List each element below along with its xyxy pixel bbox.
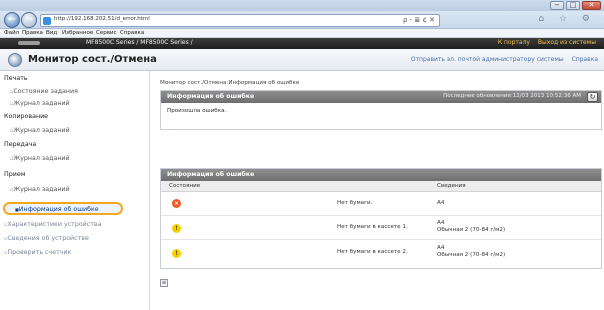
address-tools-icon[interactable]: ρ - ≣ ¢ ✕	[403, 16, 435, 24]
sidebar-item-print-job-status[interactable]: Состояние задания	[0, 86, 150, 98]
forward-button[interactable]: →	[21, 12, 37, 28]
refresh-icon[interactable]: ↻	[587, 92, 598, 102]
table-row: × Нет бумаги. A4	[161, 193, 601, 216]
address-url[interactable]: http://192.168.202.51/d_error.html	[54, 16, 150, 22]
device-title: MF8500C Series / MF8500C Series /	[86, 39, 193, 46]
browser-toolbar-icons[interactable]: ⌂ ☆ ⚙	[538, 14, 596, 24]
device-header: MF8500C Series / MF8500C Series / К порт…	[0, 38, 604, 49]
row-detail-line: Обычная 2 (70-84 г/м2)	[437, 227, 506, 233]
help-link[interactable]: Справка	[572, 56, 598, 63]
sidebar: Печать Состояние задания Журнал заданий …	[0, 71, 150, 310]
menu-favorites[interactable]: Избранное	[62, 30, 93, 36]
sidebar-item-receive-job-log[interactable]: Журнал заданий	[0, 184, 150, 196]
page-title-bar: Монитор сост./Отмена Отправить эл. почто…	[0, 49, 604, 71]
sidebar-item-device-features[interactable]: Характеристики устройства	[0, 219, 150, 231]
error-summary-header: Информация об ошибке Последнее обновлени…	[161, 91, 601, 103]
email-admin-link[interactable]: Отправить эл. почтой администратору сист…	[411, 56, 564, 63]
browser-window: − □ ✕ ← → http://192.168.202.51/d_error.…	[0, 0, 604, 310]
sidebar-item-print-job-log[interactable]: Журнал заданий	[0, 98, 150, 110]
back-button[interactable]: ←	[4, 12, 20, 28]
menu-help[interactable]: Справка	[120, 30, 144, 36]
page-title: Монитор сост./Отмена	[28, 54, 157, 65]
menu-bar: Файл Правка Вид Избранное Сервис Справка	[0, 29, 604, 38]
sidebar-item-send-job-log[interactable]: Журнал заданий	[0, 153, 150, 165]
sidebar-item-check-counter[interactable]: Проверить счетчик	[0, 247, 150, 259]
row-message: Нет бумаги в кассете 1.	[337, 224, 408, 230]
device-header-links: К порталу Выход из системы	[492, 39, 596, 46]
table-row: ! Нет бумаги в кассете 1. A4 Обычная 2 (…	[161, 217, 601, 240]
last-updated-text: Последнее обновление:12/03 2013 10:52:36…	[443, 93, 581, 99]
sidebar-item-copy-job-log[interactable]: Журнал заданий	[0, 125, 150, 137]
column-details: Сведения	[437, 183, 466, 189]
sidebar-item-error-info-label: Информация об ошибке	[15, 206, 99, 213]
sidebar-item-device-info[interactable]: Сведения об устройстве	[0, 233, 150, 245]
main-content: Монитор сост./Отмена:Информация об ошибк…	[150, 71, 604, 310]
error-summary-message: Произошла ошибка.	[167, 108, 227, 114]
error-summary-panel: Информация об ошибке Последнее обновлени…	[160, 90, 602, 130]
error-detail-panel: Информация об ошибке Состояние Сведения …	[160, 168, 602, 269]
sidebar-section-send: Передача	[4, 141, 37, 148]
menu-view[interactable]: Вид	[46, 30, 57, 36]
error-icon: ×	[172, 199, 181, 208]
error-table-header: Состояние Сведения	[161, 181, 601, 192]
warning-icon: !	[172, 224, 181, 233]
sidebar-section-receive: Прием	[4, 171, 26, 178]
error-detail-title: Информация об ошибке	[167, 171, 255, 178]
row-details: A4 Обычная 2 (70-84 г/м2)	[437, 220, 505, 234]
address-bar[interactable]: http://192.168.202.51/d_error.html ρ - ≣…	[40, 14, 440, 27]
menu-edit[interactable]: Правка	[22, 30, 43, 36]
maximize-button[interactable]: □	[566, 1, 580, 10]
window-titlebar: − □ ✕	[0, 0, 604, 11]
close-window-button[interactable]: ✕	[582, 1, 601, 10]
row-details: A4	[437, 200, 444, 207]
column-status: Состояние	[169, 183, 201, 189]
error-summary-title: Информация об ошибке	[167, 93, 255, 100]
row-message: Нет бумаги.	[337, 200, 373, 206]
menu-tools[interactable]: Сервис	[96, 30, 117, 36]
site-icon	[43, 17, 51, 25]
page-top-icon[interactable]: ≡	[160, 279, 168, 287]
table-row: ! Нет бумаги в кассете 2. A4 Обычная 2 (…	[161, 242, 601, 265]
status-monitor-icon	[8, 53, 22, 67]
browser-nav-bar: ← → http://192.168.202.51/d_error.html ρ…	[0, 11, 604, 29]
portal-link[interactable]: К порталу	[498, 39, 530, 46]
brand-logo	[18, 41, 40, 45]
row-detail-line: Обычная 2 (70-84 г/м2)	[437, 252, 506, 258]
sidebar-section-copy: Копирование	[4, 113, 49, 120]
warning-icon: !	[172, 249, 181, 258]
logout-link[interactable]: Выход из системы	[538, 39, 596, 46]
breadcrumb: Монитор сост./Отмена:Информация об ошибк…	[160, 80, 300, 86]
row-detail-line: A4	[437, 220, 445, 226]
page-title-links: Отправить эл. почтой администратору сист…	[405, 56, 598, 63]
minimize-button[interactable]: −	[550, 1, 564, 10]
row-message: Нет бумаги в кассете 2.	[337, 249, 408, 255]
row-detail-line: A4	[437, 245, 445, 251]
error-detail-header: Информация об ошибке	[161, 169, 601, 181]
row-detail-line: A4	[437, 200, 445, 206]
sidebar-item-error-info[interactable]: Информация об ошибке	[3, 202, 123, 215]
menu-file[interactable]: Файл	[4, 30, 19, 36]
sidebar-section-print: Печать	[4, 75, 28, 82]
row-details: A4 Обычная 2 (70-84 г/м2)	[437, 245, 505, 259]
